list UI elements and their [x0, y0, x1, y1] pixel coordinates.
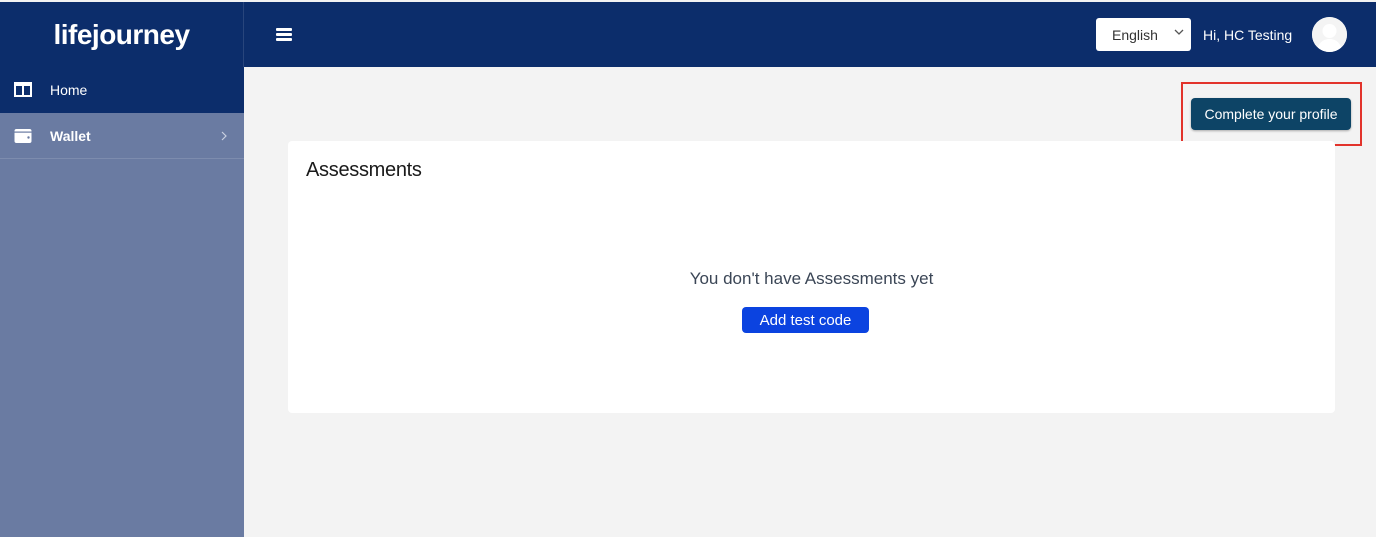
- add-test-code-button[interactable]: Add test code: [742, 307, 869, 333]
- columns-icon: [14, 82, 32, 97]
- sidebar-item-label: Wallet: [50, 127, 91, 144]
- main-content: Complete your profile Assessments You do…: [245, 67, 1376, 537]
- menu-toggle-icon[interactable]: [276, 26, 292, 42]
- user-avatar-icon: [1312, 17, 1347, 52]
- sidebar-item-wallet[interactable]: Wallet: [0, 113, 244, 159]
- sidebar: Home Wallet: [0, 67, 244, 537]
- sidebar-item-home[interactable]: Home: [0, 67, 244, 113]
- complete-profile-button[interactable]: Complete your profile: [1191, 98, 1351, 130]
- wallet-icon: [14, 129, 32, 143]
- avatar[interactable]: [1312, 17, 1347, 52]
- language-select-value: English: [1112, 26, 1158, 43]
- chevron-right-icon: [221, 131, 227, 141]
- chevron-down-icon: [1174, 29, 1184, 35]
- empty-state-message: You don't have Assessments yet: [689, 269, 934, 288]
- language-select[interactable]: English: [1096, 18, 1191, 51]
- app-logo[interactable]: lifejourney: [0, 2, 244, 67]
- top-navbar: lifejourney English Hi, HC Testing: [0, 2, 1376, 67]
- sidebar-item-label: Home: [50, 82, 88, 98]
- card-title: Assessments: [306, 159, 422, 181]
- user-greeting: Hi, HC Testing: [1203, 27, 1293, 43]
- assessments-card: Assessments You don't have Assessments y…: [288, 141, 1335, 413]
- page: lifejourney English Hi, HC Testing Home …: [0, 0, 1376, 537]
